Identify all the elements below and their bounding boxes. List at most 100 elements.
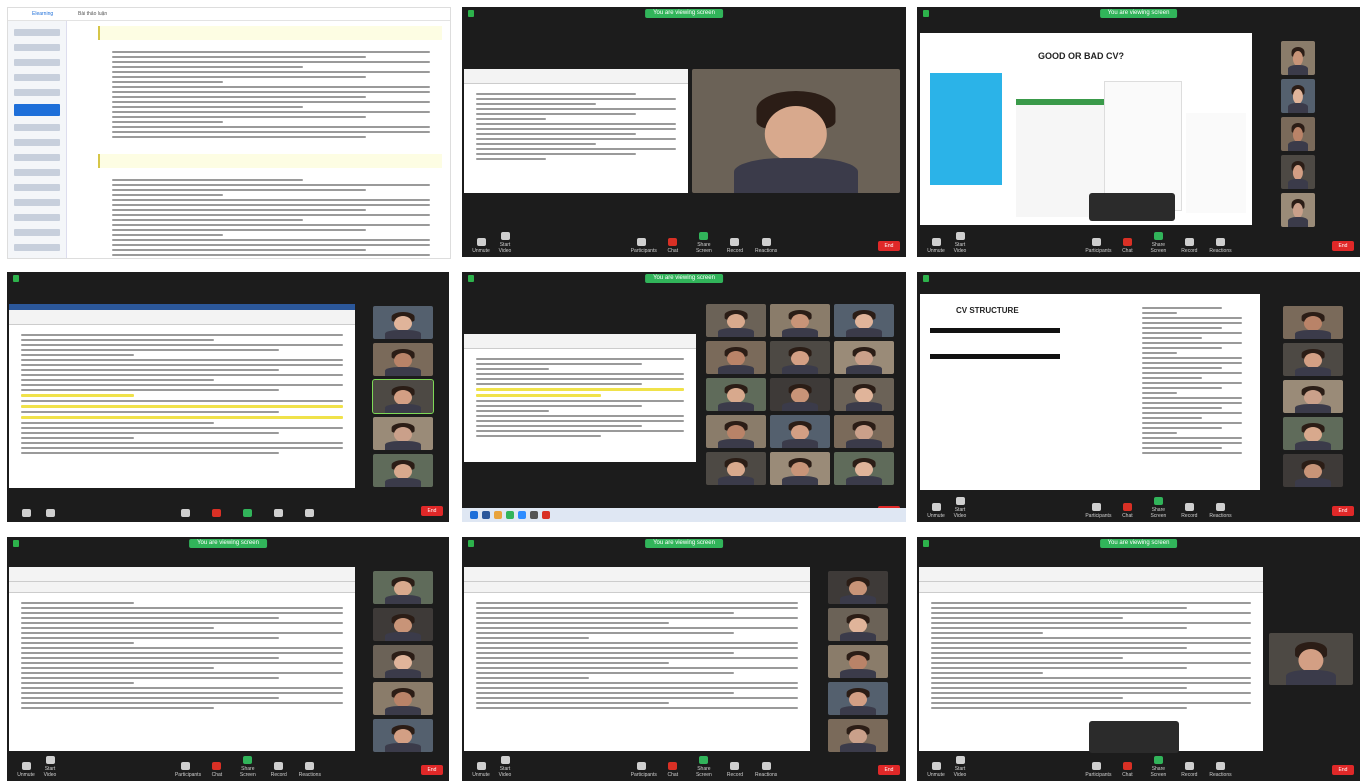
participants-control[interactable]: Participants: [175, 762, 201, 778]
chat-control[interactable]: Chat: [206, 762, 228, 778]
share-screen-control[interactable]: Share Screen: [693, 756, 715, 778]
participant-video-tile[interactable]: [828, 719, 888, 752]
participant-video-tile[interactable]: [828, 571, 888, 604]
participant-video-tile[interactable]: [706, 452, 766, 485]
participant-video-tile[interactable]: [706, 378, 766, 411]
sidebar-item[interactable]: [14, 154, 60, 161]
record-control[interactable]: Record: [724, 238, 746, 254]
video-control[interactable]: Start Video: [494, 232, 516, 254]
participant-video-tile[interactable]: [1283, 454, 1343, 487]
end-meeting-button[interactable]: End: [1332, 765, 1354, 775]
screen-share-banner[interactable]: You are viewing screen: [1099, 539, 1178, 548]
participant-video-tile[interactable]: [373, 645, 433, 678]
reactions-control[interactable]: [299, 509, 321, 519]
video-control[interactable]: [39, 509, 61, 519]
sidebar-item[interactable]: [14, 139, 60, 146]
share-screen-control[interactable]: Share Screen: [693, 232, 715, 254]
share-screen-control[interactable]: Share Screen: [237, 756, 259, 778]
participants-control[interactable]: [175, 509, 197, 519]
participant-video-tile[interactable]: [834, 304, 894, 337]
participant-video-tile[interactable]: [1283, 380, 1343, 413]
record-control[interactable]: Record: [1178, 503, 1200, 519]
participant-video-tile[interactable]: [770, 304, 830, 337]
screen-share-banner[interactable]: You are viewing screen: [645, 274, 723, 283]
participant-video-tile[interactable]: [706, 415, 766, 448]
participant-video-tile[interactable]: [373, 571, 433, 604]
record-control[interactable]: [268, 509, 290, 519]
sidebar-item[interactable]: [14, 184, 60, 191]
sidebar-item[interactable]: [14, 59, 60, 66]
chat-control[interactable]: Chat: [1116, 503, 1138, 519]
end-meeting-button[interactable]: End: [421, 506, 443, 516]
taskbar-app-icon[interactable]: [530, 511, 538, 519]
share-screen-control[interactable]: Share Screen: [1147, 756, 1169, 778]
mic-control[interactable]: Unmute: [925, 238, 947, 254]
taskbar-app-icon[interactable]: [506, 511, 514, 519]
participant-video-tile[interactable]: [373, 608, 433, 641]
sidebar-item[interactable]: [14, 104, 60, 116]
sidebar-item[interactable]: [14, 169, 60, 176]
sidebar-item[interactable]: [14, 44, 60, 51]
participant-video-tile[interactable]: [1283, 343, 1343, 376]
screen-share-banner[interactable]: You are viewing screen: [645, 539, 723, 548]
mic-control[interactable]: Unmute: [470, 762, 492, 778]
video-control[interactable]: Start Video: [949, 497, 971, 519]
taskbar-app-icon[interactable]: [518, 511, 526, 519]
chat-control[interactable]: Chat: [662, 238, 684, 254]
participants-control[interactable]: Participants: [631, 762, 657, 778]
mic-control[interactable]: Unmute: [15, 762, 37, 778]
sidebar-item[interactable]: [14, 124, 60, 131]
participant-video-tile[interactable]: [828, 682, 888, 715]
participants-control[interactable]: Participants: [631, 238, 657, 254]
end-meeting-button[interactable]: End: [878, 765, 900, 775]
record-control[interactable]: Record: [268, 762, 290, 778]
participant-video-tile[interactable]: [373, 454, 433, 487]
record-control[interactable]: Record: [724, 762, 746, 778]
chat-control[interactable]: [206, 509, 228, 519]
participant-video-tile[interactable]: [706, 341, 766, 374]
reactions-control[interactable]: Reactions: [1209, 762, 1232, 778]
chat-control[interactable]: Chat: [1116, 238, 1138, 254]
participant-video-tile[interactable]: [1281, 79, 1315, 113]
mic-control[interactable]: Unmute: [925, 503, 947, 519]
participant-video-tile[interactable]: [1281, 41, 1315, 75]
participant-video-tile[interactable]: [706, 304, 766, 337]
participant-video-tile[interactable]: [834, 415, 894, 448]
taskbar-app-icon[interactable]: [494, 511, 502, 519]
reactions-control[interactable]: Reactions: [299, 762, 321, 778]
mic-control[interactable]: [15, 509, 37, 519]
participant-video-tile[interactable]: [1283, 306, 1343, 339]
participant-video-tile[interactable]: [834, 452, 894, 485]
participant-video-tile[interactable]: [770, 415, 830, 448]
chat-control[interactable]: Chat: [1116, 762, 1138, 778]
participant-video-tile[interactable]: [1281, 117, 1315, 151]
mic-control[interactable]: Unmute: [925, 762, 947, 778]
participant-video-tile[interactable]: [373, 306, 433, 339]
reactions-control[interactable]: Reactions: [755, 762, 777, 778]
video-control[interactable]: Start Video: [494, 756, 516, 778]
video-control[interactable]: Start Video: [949, 232, 971, 254]
participants-control[interactable]: Participants: [1085, 503, 1111, 519]
participant-video-tile[interactable]: [834, 378, 894, 411]
screen-share-banner[interactable]: You are viewing screen: [189, 539, 267, 548]
reactions-control[interactable]: Reactions: [755, 238, 777, 254]
video-control[interactable]: Start Video: [949, 756, 971, 778]
participant-video-tile[interactable]: [828, 608, 888, 641]
participant-video-tile[interactable]: [828, 645, 888, 678]
reactions-control[interactable]: Reactions: [1209, 238, 1232, 254]
sidebar-item[interactable]: [14, 29, 60, 36]
participant-video-tile[interactable]: [1281, 155, 1315, 189]
end-meeting-button[interactable]: End: [421, 765, 443, 775]
end-meeting-button[interactable]: End: [1332, 241, 1354, 251]
share-screen-control[interactable]: Share Screen: [1147, 497, 1169, 519]
taskbar-app-icon[interactable]: [482, 511, 490, 519]
participant-video-tile[interactable]: [373, 682, 433, 715]
record-control[interactable]: Record: [1178, 762, 1200, 778]
taskbar-app-icon[interactable]: [470, 511, 478, 519]
participant-video-tile[interactable]: [373, 417, 433, 450]
end-meeting-button[interactable]: End: [878, 241, 900, 251]
sidebar-item[interactable]: [14, 74, 60, 81]
video-control[interactable]: Start Video: [39, 756, 61, 778]
sidebar-item[interactable]: [14, 199, 60, 206]
sidebar-item[interactable]: [14, 89, 60, 96]
